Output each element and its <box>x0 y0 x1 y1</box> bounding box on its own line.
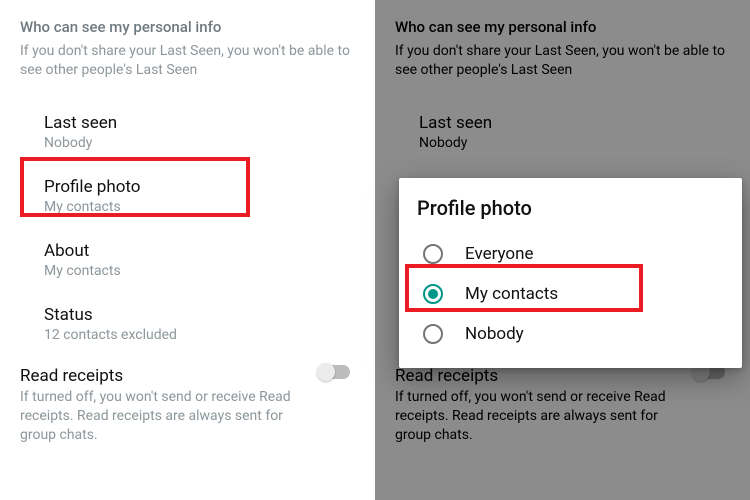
section-subtitle: If you don't share your Last Seen, you w… <box>20 42 355 80</box>
setting-last-seen[interactable]: Last seen Nobody <box>20 100 355 164</box>
option-everyone[interactable]: Everyone <box>417 234 724 274</box>
setting-profile-photo[interactable]: Profile photo My contacts <box>20 164 355 228</box>
radio-icon <box>423 324 443 344</box>
setting-read-receipts[interactable]: Read receipts If turned off, you won't s… <box>0 356 375 445</box>
option-label: Nobody <box>465 324 524 344</box>
setting-title: About <box>44 241 355 261</box>
radio-icon <box>423 244 443 264</box>
option-nobody[interactable]: Nobody <box>417 314 724 354</box>
setting-value: Nobody <box>44 135 355 151</box>
privacy-settings-pane-left: Who can see my personal info If you don'… <box>0 0 375 500</box>
setting-about[interactable]: About My contacts <box>20 228 355 292</box>
radio-icon <box>423 284 443 304</box>
option-label: Everyone <box>465 244 534 264</box>
option-label: My contacts <box>465 284 558 304</box>
option-my-contacts[interactable]: My contacts <box>417 274 724 314</box>
read-receipts-toggle[interactable] <box>317 362 353 382</box>
setting-title: Status <box>44 305 355 325</box>
dialog-title: Profile photo <box>417 196 724 220</box>
setting-value: My contacts <box>44 263 355 279</box>
setting-title: Profile photo <box>44 177 355 197</box>
setting-value: My contacts <box>44 199 355 215</box>
setting-value: 12 contacts excluded <box>44 327 355 343</box>
privacy-settings-pane-right: Who can see my personal info If you don'… <box>375 0 750 500</box>
setting-title: Last seen <box>44 113 355 133</box>
setting-subtitle: If turned off, you won't send or receive… <box>20 388 300 445</box>
setting-status[interactable]: Status 12 contacts excluded <box>20 292 355 356</box>
profile-photo-dialog: Profile photo Everyone My contacts Nobod… <box>399 178 742 368</box>
section-title: Who can see my personal info <box>20 18 355 36</box>
